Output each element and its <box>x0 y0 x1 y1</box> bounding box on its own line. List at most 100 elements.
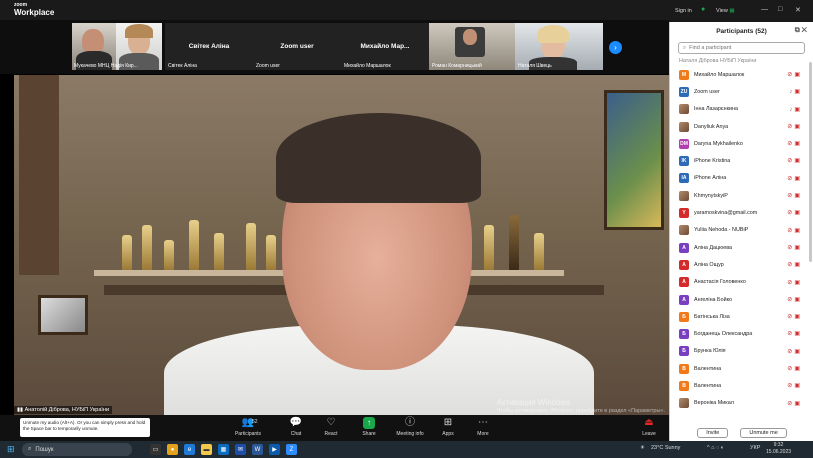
participant-row[interactable]: ZU Zoom user ♪▣ <box>670 83 810 100</box>
language-indicator[interactable]: УКР <box>750 445 760 451</box>
participant-row[interactable]: В Валентина ⊘▣ <box>670 360 810 377</box>
participant-row[interactable]: А Ангеліна Бойко ⊘▣ <box>670 291 810 308</box>
chrome-icon[interactable]: ● <box>167 444 178 455</box>
participant-row[interactable]: Yyaramoskvina@gmail.com ⊘▣ <box>670 204 810 221</box>
participant-row[interactable]: Вероніка Микал ⊘▣ <box>670 395 810 412</box>
active-speaker-video: ▮▮ Анатолій Діброва, НУБіП України Актив… <box>14 75 669 415</box>
zoom-titlebar: zoom Workplace <box>0 0 669 20</box>
task-view-icon[interactable]: ▭ <box>150 444 161 455</box>
chat-button[interactable]: 💬 Chat <box>276 417 316 437</box>
grid-icon: ▦ <box>729 8 735 14</box>
chat-icon: 💬 <box>289 417 303 428</box>
clock-date: 15.06.2023 <box>766 449 792 455</box>
windows-start-icon[interactable]: ⊞ <box>7 444 15 455</box>
maximize-button[interactable]: □ <box>778 6 782 13</box>
panel-header-icons: ⧉ ✕ <box>795 27 807 35</box>
mail-icon[interactable]: ✉ <box>235 444 246 455</box>
participant-row[interactable]: Б Батінська Ліза ⊘▣ <box>670 308 810 325</box>
watermark-title: Активация Windows <box>496 398 571 407</box>
participant-status-icons: ⊘▣ <box>787 348 802 355</box>
leave-button[interactable]: ⏏ Leave <box>629 417 669 437</box>
view-button[interactable]: View ▦ <box>716 8 735 14</box>
camera-off-icon: ▣ <box>794 279 802 286</box>
participants-scrollbar[interactable] <box>809 62 812 262</box>
participant-row[interactable]: Danyliuk Anya ⊘▣ <box>670 118 810 135</box>
minimize-button[interactable]: — <box>761 6 768 13</box>
store-icon[interactable]: ▦ <box>218 444 229 455</box>
participant-row[interactable]: Б Брунка Юлія ⊘▣ <box>670 343 810 360</box>
thumbnail-name: Роман Комарницький <box>432 63 482 69</box>
participant-name: yaramoskvina@gmail.com <box>694 210 758 217</box>
participant-status-icons: ⊘▣ <box>787 175 802 182</box>
participants-label: Participants <box>234 431 262 437</box>
clock-time: 9:32 <box>773 442 784 448</box>
participant-status-icons: ⊘▣ <box>787 365 802 372</box>
zoom-app-icon[interactable]: Z <box>286 444 297 455</box>
participant-search[interactable]: ⌕ <box>678 42 805 54</box>
camera-off-icon: ▣ <box>794 158 802 165</box>
leave-label: Leave <box>642 431 656 437</box>
close-panel-icon[interactable]: ✕ <box>802 27 807 34</box>
participant-row[interactable]: KhmynytskyiP ⊘▣ <box>670 187 810 204</box>
weather-label[interactable]: 23°C Sunny <box>651 445 680 451</box>
tray-icons[interactable]: ^ ⌂ ◌ ◐ <box>707 445 724 451</box>
camera-off-icon: ▣ <box>794 400 802 407</box>
door <box>19 75 59 275</box>
camera-off-icon: ▣ <box>794 244 802 251</box>
close-window-button[interactable]: ✕ <box>795 6 801 14</box>
participant-row[interactable]: В Валентина ⊘▣ <box>670 377 810 394</box>
participant-status-icons: ⊘▣ <box>787 140 802 147</box>
popout-icon[interactable]: ⧉ <box>795 27 800 34</box>
avatar <box>679 398 689 409</box>
zoom-logo: zoom Workplace <box>14 3 54 18</box>
participant-row[interactable]: IA iPhone Аліна ⊘▣ <box>670 170 810 187</box>
avatar: DM <box>679 138 689 149</box>
trophy <box>534 233 544 270</box>
participant-row[interactable]: Наталя Діброва НУБіП України <box>670 58 810 66</box>
zoom-taskbar-icon[interactable]: ▶ <box>269 444 280 455</box>
video-thumbnail[interactable]: Zoom user Zoom user <box>253 23 341 70</box>
react-button[interactable]: ♡ React <box>311 417 351 437</box>
more-button[interactable]: ⋯ More <box>463 417 503 437</box>
word-icon[interactable]: W <box>252 444 263 455</box>
camera-off-icon: ▣ <box>794 296 802 303</box>
participant-row[interactable]: Інна Лазарєнкина ♪▣ <box>670 101 810 118</box>
apps-button[interactable]: ⊞ Apps <box>428 417 468 437</box>
participant-row[interactable]: А Анастасія Головенко ⊘▣ <box>670 274 810 291</box>
participant-name: Вероніка Микал <box>694 400 734 407</box>
video-thumbnail[interactable]: Роман Комарницький <box>429 23 517 70</box>
meeting-info-button[interactable]: ⓘ Meeting info <box>390 417 430 437</box>
participant-status-icons: ♪▣ <box>789 88 802 95</box>
participant-row[interactable]: М Михайло Маршалок ⊘▣ <box>670 66 810 83</box>
avatar: Б <box>679 346 689 357</box>
participant-row[interactable]: IK iPhone Kristina ⊘▣ <box>670 152 810 169</box>
file-explorer-icon[interactable]: ▬ <box>201 444 212 455</box>
view-label: View <box>716 8 728 14</box>
participant-row[interactable]: А Аліна Дацюева ⊘▣ <box>670 239 810 256</box>
video-thumbnail[interactable]: Наталя Швець <box>515 23 603 70</box>
unmute-me-button[interactable]: Unmute me <box>740 428 787 438</box>
participants-button[interactable]: 👥 52 Participants <box>228 417 268 437</box>
participant-name: KhmynytskyiP <box>694 192 728 199</box>
video-thumbnail[interactable]: Михайло Мар... Михайло Маршалок <box>341 23 429 70</box>
edge-icon[interactable]: e <box>184 444 195 455</box>
participant-status-icons: ⊘▣ <box>787 400 802 407</box>
next-page-button[interactable]: › <box>609 41 622 54</box>
speaker-hair <box>276 113 481 203</box>
avatar: В <box>679 380 689 391</box>
participant-row[interactable]: А Аліна Ощур ⊘▣ <box>670 256 810 273</box>
participant-row[interactable]: Б Богданець Олександра ⊘▣ <box>670 325 810 342</box>
participant-row[interactable]: Yuliia Nehoda - NUBiP ⊘▣ <box>670 222 810 239</box>
meeting-info-label: Meeting info <box>396 431 424 437</box>
video-thumbnail[interactable]: Світек Аліна Світек Аліна <box>165 23 253 70</box>
windows-activation-watermark: Активация Windows Чтобы активировать Win… <box>497 399 665 415</box>
participant-row[interactable]: DM Daryna Mykhailenko ⊘▣ <box>670 135 810 152</box>
participant-search-input[interactable] <box>689 45 790 51</box>
avatar: А <box>679 294 689 305</box>
participant-status-icons: ⊘▣ <box>787 192 802 199</box>
invite-button[interactable]: Invite <box>697 428 729 438</box>
taskbar-clock[interactable]: 9:32 15.06.2023 <box>766 442 791 456</box>
taskbar-search[interactable]: ⌕ Пошук <box>22 443 132 456</box>
share-screen-button[interactable]: ↑ Share <box>349 417 389 437</box>
sign-in-link[interactable]: Sign in <box>675 8 692 14</box>
